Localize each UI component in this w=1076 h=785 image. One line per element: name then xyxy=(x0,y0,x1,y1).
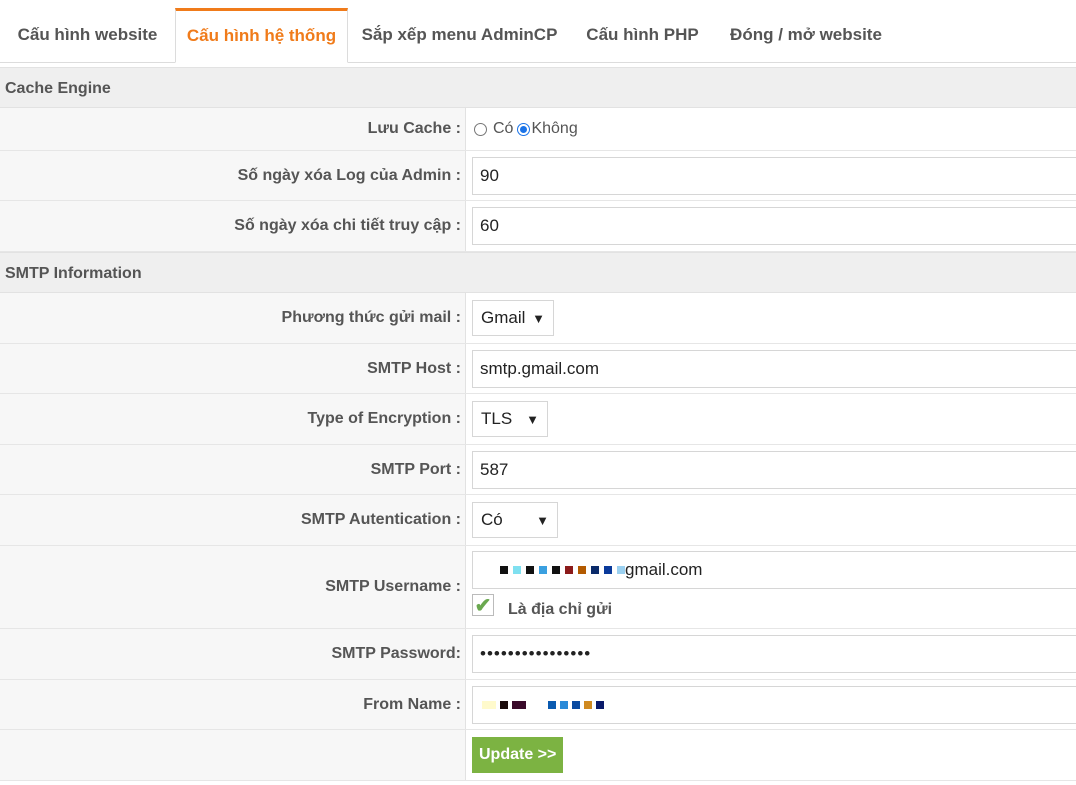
mail-method-value: Gmail xyxy=(481,308,526,327)
encryption-label: Type of Encryption : xyxy=(0,394,466,444)
dropdown-arrow-icon: ▼ xyxy=(526,411,539,427)
check-icon: ✔ xyxy=(474,594,492,617)
sender-checkbox-label: Là địa chỉ gửi xyxy=(508,601,613,618)
row-access-days: Số ngày xóa chi tiết truy cập : 60 xyxy=(0,201,1076,252)
smtp-auth-label: SMTP Autentication : xyxy=(0,495,466,545)
update-button[interactable]: Update >> xyxy=(472,737,564,773)
empty-label-cell xyxy=(0,730,466,780)
smtp-auth-value: Có xyxy=(481,510,503,529)
section-smtp-info: SMTP Information xyxy=(0,252,1076,293)
smtp-host-label: SMTP Host : xyxy=(0,344,466,393)
smtp-username-label: SMTP Username : xyxy=(0,546,466,628)
row-mail-method: Phương thức gửi mail : Gmail ▼ xyxy=(0,293,1076,344)
tab-website-config[interactable]: Cấu hình website xyxy=(0,8,175,62)
smtp-host-input[interactable]: smtp.gmail.com xyxy=(472,349,1076,388)
from-name-input[interactable] xyxy=(472,685,1076,724)
smtp-username-input[interactable]: gmail.com xyxy=(472,551,1076,589)
smtp-password-label: SMTP Password: xyxy=(0,629,466,679)
settings-form: Cache Engine Lưu Cache : Có Không Số ngà… xyxy=(0,67,1076,781)
radio-circle-icon xyxy=(474,122,487,136)
mail-method-label: Phương thức gửi mail : xyxy=(0,293,466,343)
section-cache-engine: Cache Engine xyxy=(0,67,1076,108)
smtp-auth-select[interactable]: Có ▼ xyxy=(472,502,558,538)
dropdown-arrow-icon: ▼ xyxy=(536,512,549,528)
cache-yes-radio[interactable]: Có xyxy=(474,120,513,138)
smtp-username-suffix: gmail.com xyxy=(625,560,703,579)
row-from-name: From Name : xyxy=(0,680,1076,730)
smtp-port-label: SMTP Port : xyxy=(0,445,466,494)
tab-php-config[interactable]: Cấu hình PHP xyxy=(571,8,714,62)
redacted-from-name xyxy=(482,700,604,709)
row-smtp-host: SMTP Host : smtp.gmail.com xyxy=(0,344,1076,394)
cache-label: Lưu Cache : xyxy=(0,108,466,150)
row-smtp-username: SMTP Username : gmail.com ✔ Là địa chỉ g… xyxy=(0,546,1076,629)
smtp-port-input[interactable]: 587 xyxy=(472,450,1076,489)
mail-method-select[interactable]: Gmail ▼ xyxy=(472,300,554,336)
row-smtp-auth: SMTP Autentication : Có ▼ xyxy=(0,495,1076,546)
radio-selected-icon xyxy=(517,122,531,136)
log-days-label: Số ngày xóa Log của Admin : xyxy=(0,151,466,200)
dropdown-arrow-icon: ▼ xyxy=(532,310,545,326)
access-days-input[interactable]: 60 xyxy=(472,207,1076,245)
row-update: Update >> xyxy=(0,730,1076,781)
row-cache-toggle: Lưu Cache : Có Không xyxy=(0,108,1076,151)
row-smtp-password: SMTP Password: •••••••••••••••• xyxy=(0,629,1076,680)
tab-admin-menu-order[interactable]: Sắp xếp menu AdminCP xyxy=(348,8,571,62)
log-days-input[interactable]: 90 xyxy=(472,156,1076,195)
cache-no-radio[interactable]: Không xyxy=(517,120,578,138)
redacted-username xyxy=(500,566,625,574)
from-name-label: From Name : xyxy=(0,680,466,729)
access-days-label: Số ngày xóa chi tiết truy cập : xyxy=(0,201,466,251)
smtp-password-input[interactable]: •••••••••••••••• xyxy=(472,635,1076,673)
encryption-select[interactable]: TLS ▼ xyxy=(472,401,548,437)
row-smtp-port: SMTP Port : 587 xyxy=(0,445,1076,495)
sender-checkbox[interactable]: ✔ xyxy=(472,594,494,617)
cache-yes-label: Có xyxy=(493,120,514,137)
row-log-days: Số ngày xóa Log của Admin : 90 xyxy=(0,151,1076,201)
tab-open-close-website[interactable]: Đóng / mở website xyxy=(714,8,898,62)
row-encryption: Type of Encryption : TLS ▼ xyxy=(0,394,1076,445)
sender-checkbox-row: ✔ Là địa chỉ gửi xyxy=(472,591,612,619)
tab-system-config[interactable]: Cấu hình hệ thống xyxy=(175,8,348,63)
tab-bar: Cấu hình website Cấu hình hệ thống Sắp x… xyxy=(0,0,1076,63)
cache-no-label: Không xyxy=(531,120,578,137)
encryption-value: TLS xyxy=(481,409,513,428)
